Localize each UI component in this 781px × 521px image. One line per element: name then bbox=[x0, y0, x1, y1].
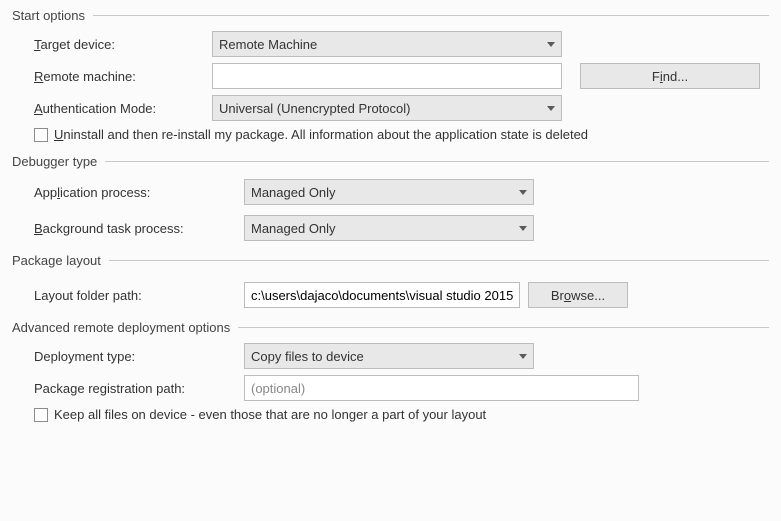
checkbox-uninstall[interactable] bbox=[34, 128, 48, 142]
section-start-options: Start options Target device: Remote Mach… bbox=[12, 8, 769, 142]
select-target-device[interactable]: Remote Machine bbox=[212, 31, 562, 57]
row-bg-process: Background task process: Managed Only bbox=[34, 215, 769, 241]
input-layout-folder[interactable] bbox=[244, 282, 520, 308]
chevron-down-icon bbox=[547, 106, 555, 111]
chevron-down-icon bbox=[547, 42, 555, 47]
input-remote-machine[interactable] bbox=[212, 63, 562, 89]
row-layout-folder: Layout folder path: Browse... bbox=[34, 282, 769, 308]
select-app-process[interactable]: Managed Only bbox=[244, 179, 534, 205]
label-bg-process: Background task process: bbox=[34, 221, 244, 236]
section-title: Package layout bbox=[12, 253, 109, 268]
chevron-down-icon bbox=[519, 226, 527, 231]
section-package-layout: Package layout Layout folder path: Brows… bbox=[12, 253, 769, 308]
label-deployment-type: Deployment type: bbox=[34, 349, 244, 364]
label-reg-path: Package registration path: bbox=[34, 381, 244, 396]
section-title: Debugger type bbox=[12, 154, 105, 169]
browse-button[interactable]: Browse... bbox=[528, 282, 628, 308]
section-header: Start options bbox=[12, 8, 769, 23]
row-auth-mode: Authentication Mode: Universal (Unencryp… bbox=[34, 95, 769, 121]
label-remote-machine: Remote machine: bbox=[34, 69, 212, 84]
section-debugger-type: Debugger type Application process: Manag… bbox=[12, 154, 769, 241]
row-uninstall: Uninstall and then re-install my package… bbox=[34, 127, 769, 142]
input-reg-path[interactable] bbox=[244, 375, 639, 401]
divider bbox=[93, 15, 769, 16]
select-value: Managed Only bbox=[251, 221, 513, 236]
select-value: Remote Machine bbox=[219, 37, 541, 52]
divider bbox=[105, 161, 769, 162]
label-uninstall: Uninstall and then re-install my package… bbox=[54, 127, 588, 142]
section-title: Start options bbox=[12, 8, 93, 23]
divider bbox=[109, 260, 769, 261]
section-header: Debugger type bbox=[12, 154, 769, 169]
label-layout-folder: Layout folder path: bbox=[34, 288, 244, 303]
section-advanced: Advanced remote deployment options Deplo… bbox=[12, 320, 769, 422]
select-value: Copy files to device bbox=[251, 349, 513, 364]
select-value: Universal (Unencrypted Protocol) bbox=[219, 101, 541, 116]
row-remote-machine: Remote machine: Find... bbox=[34, 63, 769, 89]
label-keep-files: Keep all files on device - even those th… bbox=[54, 407, 486, 422]
find-button[interactable]: Find... bbox=[580, 63, 760, 89]
label-target-device: Target device: bbox=[34, 37, 212, 52]
divider bbox=[238, 327, 769, 328]
row-deployment-type: Deployment type: Copy files to device bbox=[34, 343, 769, 369]
row-keep-files: Keep all files on device - even those th… bbox=[34, 407, 769, 422]
row-app-process: Application process: Managed Only bbox=[34, 179, 769, 205]
checkbox-keep-files[interactable] bbox=[34, 408, 48, 422]
select-deployment-type[interactable]: Copy files to device bbox=[244, 343, 534, 369]
chevron-down-icon bbox=[519, 354, 527, 359]
row-target-device: Target device: Remote Machine bbox=[34, 31, 769, 57]
select-value: Managed Only bbox=[251, 185, 513, 200]
chevron-down-icon bbox=[519, 190, 527, 195]
section-title: Advanced remote deployment options bbox=[12, 320, 238, 335]
label-auth-mode: Authentication Mode: bbox=[34, 101, 212, 116]
section-header: Advanced remote deployment options bbox=[12, 320, 769, 335]
section-header: Package layout bbox=[12, 253, 769, 268]
row-reg-path: Package registration path: bbox=[34, 375, 769, 401]
select-auth-mode[interactable]: Universal (Unencrypted Protocol) bbox=[212, 95, 562, 121]
label-app-process: Application process: bbox=[34, 185, 244, 200]
select-bg-process[interactable]: Managed Only bbox=[244, 215, 534, 241]
